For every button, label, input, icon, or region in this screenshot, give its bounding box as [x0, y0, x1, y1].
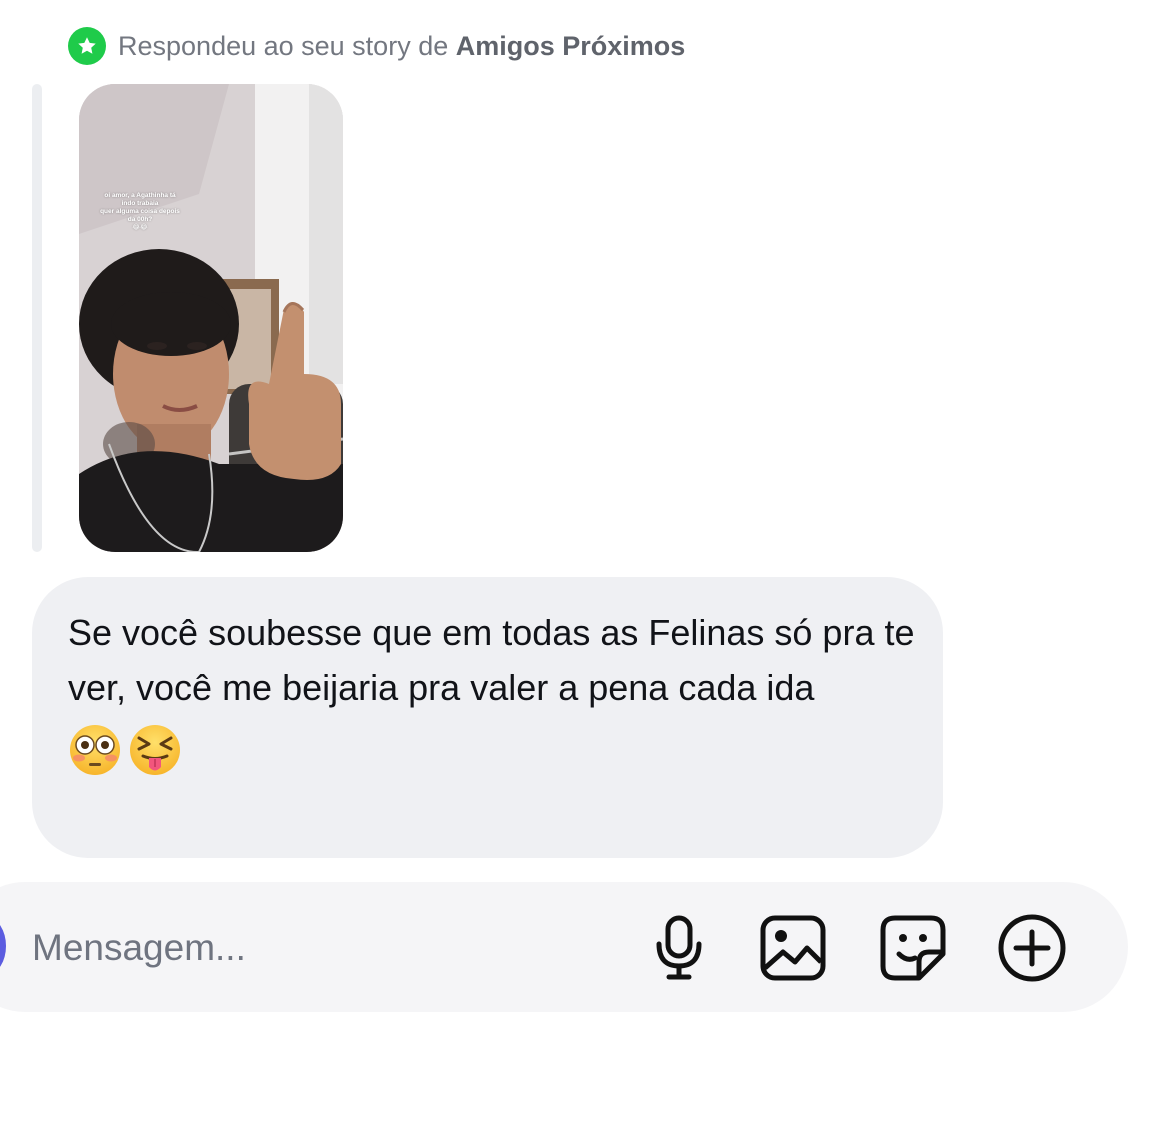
reply-header-audience: Amigos Próximos [455, 30, 686, 61]
story-caption-line: oi amor, a Agathinha tá [104, 192, 176, 199]
story-caption: oi amor, a Agathinha tá indo trabaia que… [85, 192, 195, 232]
squinting-tongue-emoji-icon [130, 725, 180, 775]
close-friends-star-icon [68, 27, 106, 65]
story-reply-header: Respondeu ao seu story de Amigos Próximo… [68, 26, 685, 66]
microphone-button[interactable] [643, 912, 715, 984]
story-caption-line: quer alguma coisa depois [100, 208, 180, 215]
message-input[interactable] [32, 918, 592, 978]
plus-circle-icon [998, 914, 1066, 982]
message-bubble[interactable]: Se você soubesse que em todas as Felinas… [32, 577, 943, 858]
story-caption-line: 😂😂 [132, 224, 148, 231]
flushed-face-emoji-icon [70, 725, 120, 775]
story-caption-line: indo trabaia [121, 200, 159, 207]
message-emojis [68, 723, 907, 779]
reply-quote-bar [32, 84, 42, 552]
gallery-button[interactable] [757, 912, 829, 984]
sticker-icon [880, 915, 946, 981]
sticker-button[interactable] [877, 912, 949, 984]
dm-thread: Respondeu ao seu story de Amigos Próximo… [0, 0, 1152, 1139]
story-thumbnail[interactable]: oi amor, a Agathinha tá indo trabaia que… [79, 84, 343, 552]
reply-header-prefix: Respondeu ao seu story de [118, 30, 449, 61]
image-icon [760, 915, 826, 981]
story-photo [79, 84, 343, 552]
story-caption-line: da 00h? [127, 216, 153, 223]
message-text: Se você soubesse que em todas as Felinas… [68, 612, 915, 708]
microphone-icon [656, 915, 702, 980]
more-options-button[interactable] [996, 912, 1068, 984]
